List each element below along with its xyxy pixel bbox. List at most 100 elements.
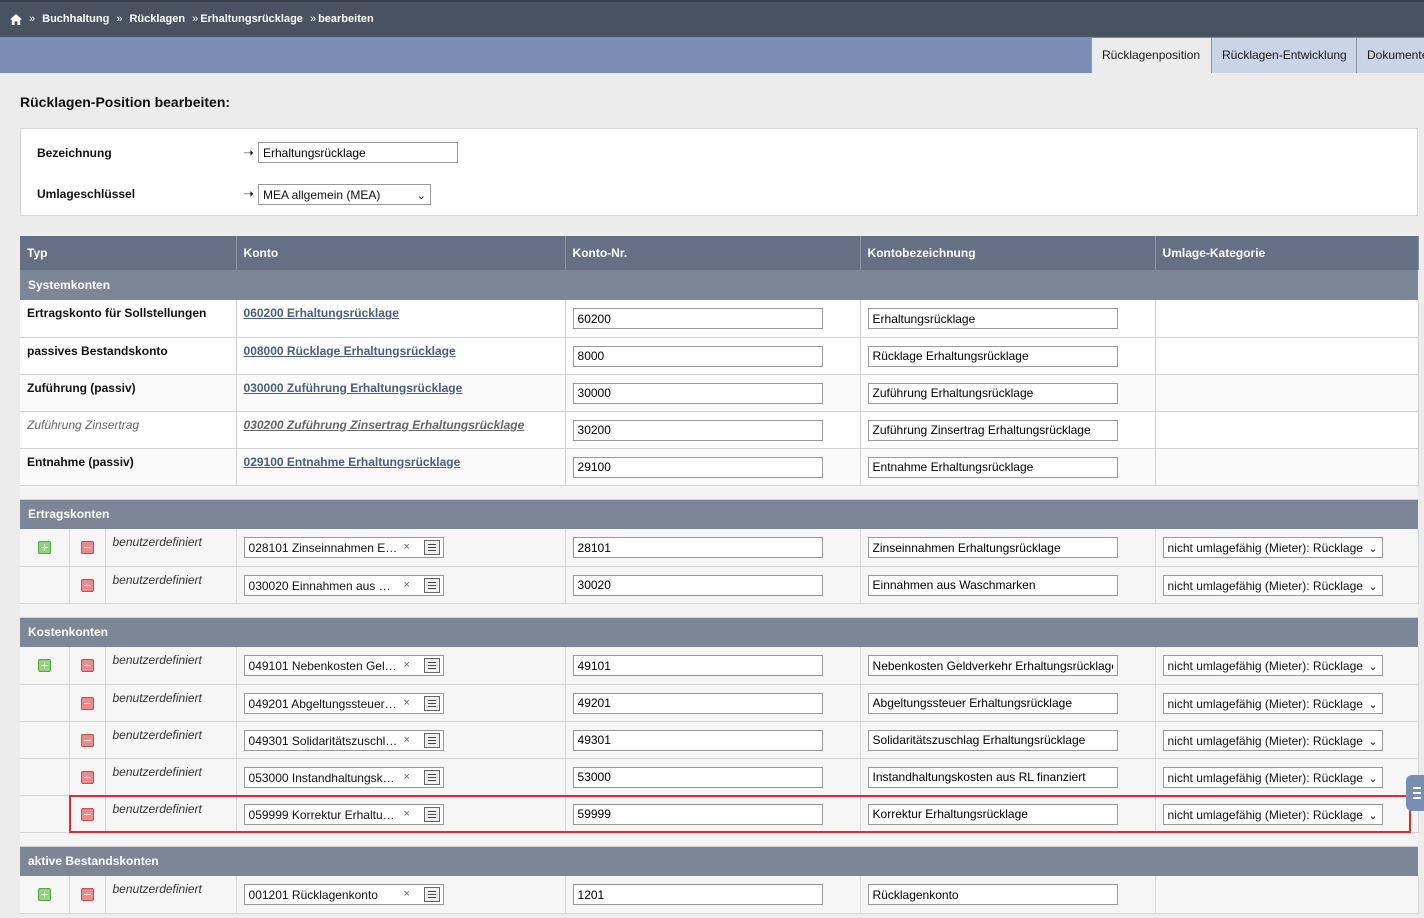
umlage-kategorie-value: nicht umlagefähig (Mieter): Rücklage bbox=[1167, 659, 1363, 673]
konto-nr-input[interactable] bbox=[572, 692, 823, 714]
umlage-kategorie-select[interactable]: nicht umlagefähig (Mieter): Rücklage ⌄ bbox=[1162, 729, 1383, 751]
typ-label: benutzerdefiniert bbox=[112, 764, 202, 779]
kontobezeichnung-input[interactable] bbox=[867, 308, 1118, 329]
breadcrumb-buchhaltung[interactable]: Buchhaltung bbox=[42, 13, 109, 25]
kontobezeichnung-input[interactable] bbox=[867, 537, 1118, 558]
konto-picker[interactable]: 049301 Solidaritätszuschlag Erhaltungsrü… bbox=[243, 729, 444, 751]
kontobezeichnung-input[interactable] bbox=[867, 419, 1118, 441]
list-picker-icon[interactable] bbox=[423, 577, 440, 593]
kontobezeichnung-input[interactable] bbox=[867, 456, 1118, 478]
konto-nr-input[interactable] bbox=[572, 537, 823, 558]
umlageschluessel-value: MEA allgemein (MEA) bbox=[263, 188, 381, 202]
konto-link[interactable]: 030200 Zuführung Zinsertrag Erhaltungsrü… bbox=[244, 418, 525, 432]
delete-row-button[interactable] bbox=[80, 659, 94, 672]
section-ertragskonten: Ertragskonten bbox=[20, 499, 1419, 529]
konto-picker[interactable]: 053000 Instandhaltungskosten aus RL fina… bbox=[243, 766, 444, 788]
konto-value: 030020 Einnahmen aus Waschmarken bbox=[248, 578, 399, 593]
umlage-kategorie-select[interactable]: nicht umlagefähig (Mieter): Rücklage ⌄ bbox=[1162, 692, 1383, 714]
umlageschluessel-select[interactable]: MEA allgemein (MEA) ⌄ bbox=[258, 184, 431, 205]
kontobezeichnung-input[interactable] bbox=[867, 382, 1118, 404]
list-picker-icon[interactable] bbox=[423, 806, 440, 822]
section-systemkonten: Systemkonten bbox=[20, 270, 1419, 300]
arrow-icon: ➝ bbox=[243, 145, 254, 160]
clear-icon[interactable]: × bbox=[404, 697, 410, 709]
kontobezeichnung-input[interactable] bbox=[867, 655, 1118, 676]
delete-row-button[interactable] bbox=[80, 696, 94, 710]
side-panel-handle[interactable] bbox=[1406, 775, 1424, 811]
umlage-kategorie-value: nicht umlagefähig (Mieter): Rücklage bbox=[1167, 770, 1363, 785]
typ-label: benutzerdefiniert bbox=[112, 690, 202, 705]
umlage-kategorie-select[interactable]: nicht umlagefähig (Mieter): Rücklage ⌄ bbox=[1162, 574, 1383, 596]
konto-nr-input[interactable] bbox=[572, 729, 823, 751]
list-picker-icon[interactable] bbox=[423, 540, 440, 555]
konto-picker[interactable]: 049201 Abgeltungssteuer Erhaltungsrückla… bbox=[243, 692, 444, 714]
konto-nr-input[interactable] bbox=[572, 803, 823, 825]
delete-row-button[interactable] bbox=[80, 541, 94, 554]
kontobezeichnung-input[interactable] bbox=[867, 729, 1118, 751]
breadcrumb-ruecklagen[interactable]: Rücklagen bbox=[129, 13, 185, 25]
clear-icon[interactable]: × bbox=[404, 808, 410, 820]
konto-nr-input[interactable] bbox=[572, 884, 823, 905]
clear-icon[interactable]: × bbox=[404, 541, 410, 553]
konto-nr-input[interactable] bbox=[572, 766, 823, 788]
konto-nr-input[interactable] bbox=[572, 419, 823, 441]
clear-icon[interactable]: × bbox=[404, 771, 410, 783]
tab-dokumente[interactable]: Dokumente bbox=[1356, 38, 1424, 73]
add-row-button[interactable] bbox=[37, 541, 51, 554]
konto-link[interactable]: 008000 Rücklage Erhaltungsrücklage bbox=[244, 344, 456, 358]
table-row: benutzerdefiniert 001201 Rücklagenkonto × bbox=[20, 876, 1419, 914]
delete-row-button[interactable] bbox=[80, 578, 94, 592]
clear-icon[interactable]: × bbox=[404, 579, 410, 591]
list-picker-icon[interactable] bbox=[423, 887, 440, 902]
umlage-kategorie-select[interactable]: nicht umlagefähig (Mieter): Rücklage ⌄ bbox=[1162, 537, 1383, 558]
konto-nr-input[interactable] bbox=[572, 382, 823, 404]
delete-row-button[interactable] bbox=[80, 807, 94, 821]
konto-link[interactable]: 060200 Erhaltungsrücklage bbox=[244, 306, 399, 320]
list-picker-icon[interactable] bbox=[423, 695, 440, 711]
breadcrumb-erhaltungsruecklage[interactable]: Erhaltungsrücklage bbox=[200, 13, 303, 25]
konto-picker[interactable]: 030020 Einnahmen aus Waschmarken × bbox=[243, 574, 444, 596]
breadcrumb-separator: » bbox=[116, 13, 123, 25]
konto-link[interactable]: 029100 Entnahme Erhaltungsrücklage bbox=[244, 455, 461, 469]
konto-picker[interactable]: 001201 Rücklagenkonto × bbox=[243, 884, 444, 905]
konto-picker[interactable]: 059999 Korrektur Erhaltungsrücklage × bbox=[243, 803, 444, 825]
kontobezeichnung-input[interactable] bbox=[867, 574, 1118, 596]
clear-icon[interactable]: × bbox=[404, 734, 410, 746]
umlage-kategorie-cell bbox=[1155, 448, 1419, 486]
konto-nr-input[interactable] bbox=[572, 456, 823, 478]
bezeichnung-input[interactable] bbox=[258, 142, 458, 163]
kontobezeichnung-input[interactable] bbox=[867, 692, 1118, 714]
konto-picker[interactable]: 028101 Zinseinnahmen Erhaltungsrücklage × bbox=[243, 537, 444, 558]
list-picker-icon[interactable] bbox=[423, 658, 440, 673]
delete-row-button[interactable] bbox=[80, 770, 94, 784]
umlage-kategorie-select[interactable]: nicht umlagefähig (Mieter): Rücklage ⌄ bbox=[1162, 655, 1383, 676]
col-konto-nr: Konto-Nr. bbox=[565, 236, 861, 270]
kontobezeichnung-input[interactable] bbox=[867, 803, 1118, 825]
delete-row-button[interactable] bbox=[80, 733, 94, 747]
add-row-button[interactable] bbox=[37, 659, 51, 672]
home-icon[interactable] bbox=[10, 13, 22, 25]
tab-ruecklagenposition[interactable]: Rücklagenposition bbox=[1091, 38, 1211, 73]
konto-nr-input[interactable] bbox=[572, 308, 823, 329]
list-picker-icon[interactable] bbox=[423, 769, 440, 785]
clear-icon[interactable]: × bbox=[404, 888, 410, 900]
umlage-kategorie-cell bbox=[1155, 374, 1419, 412]
col-konto: Konto bbox=[236, 236, 566, 270]
table-row: Ertragskonto für Sollstellungen 060200 Er… bbox=[20, 300, 1419, 338]
konto-picker[interactable]: 049101 Nebenkosten Geldverkehr × bbox=[243, 655, 444, 676]
konto-nr-input[interactable] bbox=[572, 574, 823, 596]
umlage-kategorie-select[interactable]: nicht umlagefähig (Mieter): Rücklage ⌄ bbox=[1162, 803, 1383, 825]
clear-icon[interactable]: × bbox=[404, 659, 410, 671]
kontobezeichnung-input[interactable] bbox=[867, 766, 1118, 788]
table-row: benutzerdefiniert 028101 Zinseinnahmen Er… bbox=[20, 529, 1419, 567]
kontobezeichnung-input[interactable] bbox=[867, 884, 1118, 905]
tab-ruecklagen-entwicklung[interactable]: Rücklagen-Entwicklung bbox=[1211, 38, 1356, 73]
umlage-kategorie-select[interactable]: nicht umlagefähig (Mieter): Rücklage ⌄ bbox=[1162, 766, 1383, 788]
list-picker-icon[interactable] bbox=[423, 732, 440, 748]
kontobezeichnung-input[interactable] bbox=[867, 345, 1118, 367]
konto-nr-input[interactable] bbox=[572, 655, 823, 676]
delete-row-button[interactable] bbox=[80, 888, 94, 901]
add-row-button[interactable] bbox=[37, 888, 51, 901]
konto-link[interactable]: 030000 Zuführung Erhaltungsrücklage bbox=[244, 381, 463, 395]
konto-nr-input[interactable] bbox=[572, 345, 823, 367]
